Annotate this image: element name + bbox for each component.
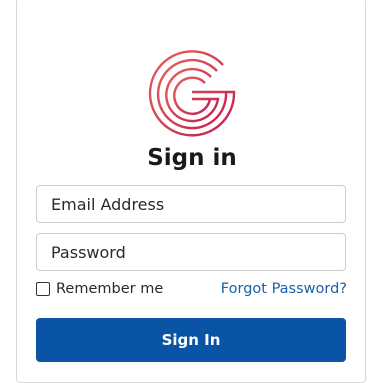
email-field[interactable] [36, 185, 346, 223]
password-field[interactable] [36, 233, 346, 271]
remember-me-label: Remember me [56, 281, 164, 297]
page-title: Sign in [147, 145, 237, 171]
remember-me-checkbox[interactable] [36, 282, 50, 296]
remember-me-toggle[interactable]: Remember me [36, 281, 163, 297]
password-input[interactable] [37, 234, 345, 270]
sign-in-button[interactable]: Sign In [36, 318, 346, 362]
email-input[interactable] [37, 186, 345, 222]
forgot-password-link[interactable]: Forgot Password? [221, 281, 347, 297]
g-ring-logo-icon [145, 47, 239, 137]
